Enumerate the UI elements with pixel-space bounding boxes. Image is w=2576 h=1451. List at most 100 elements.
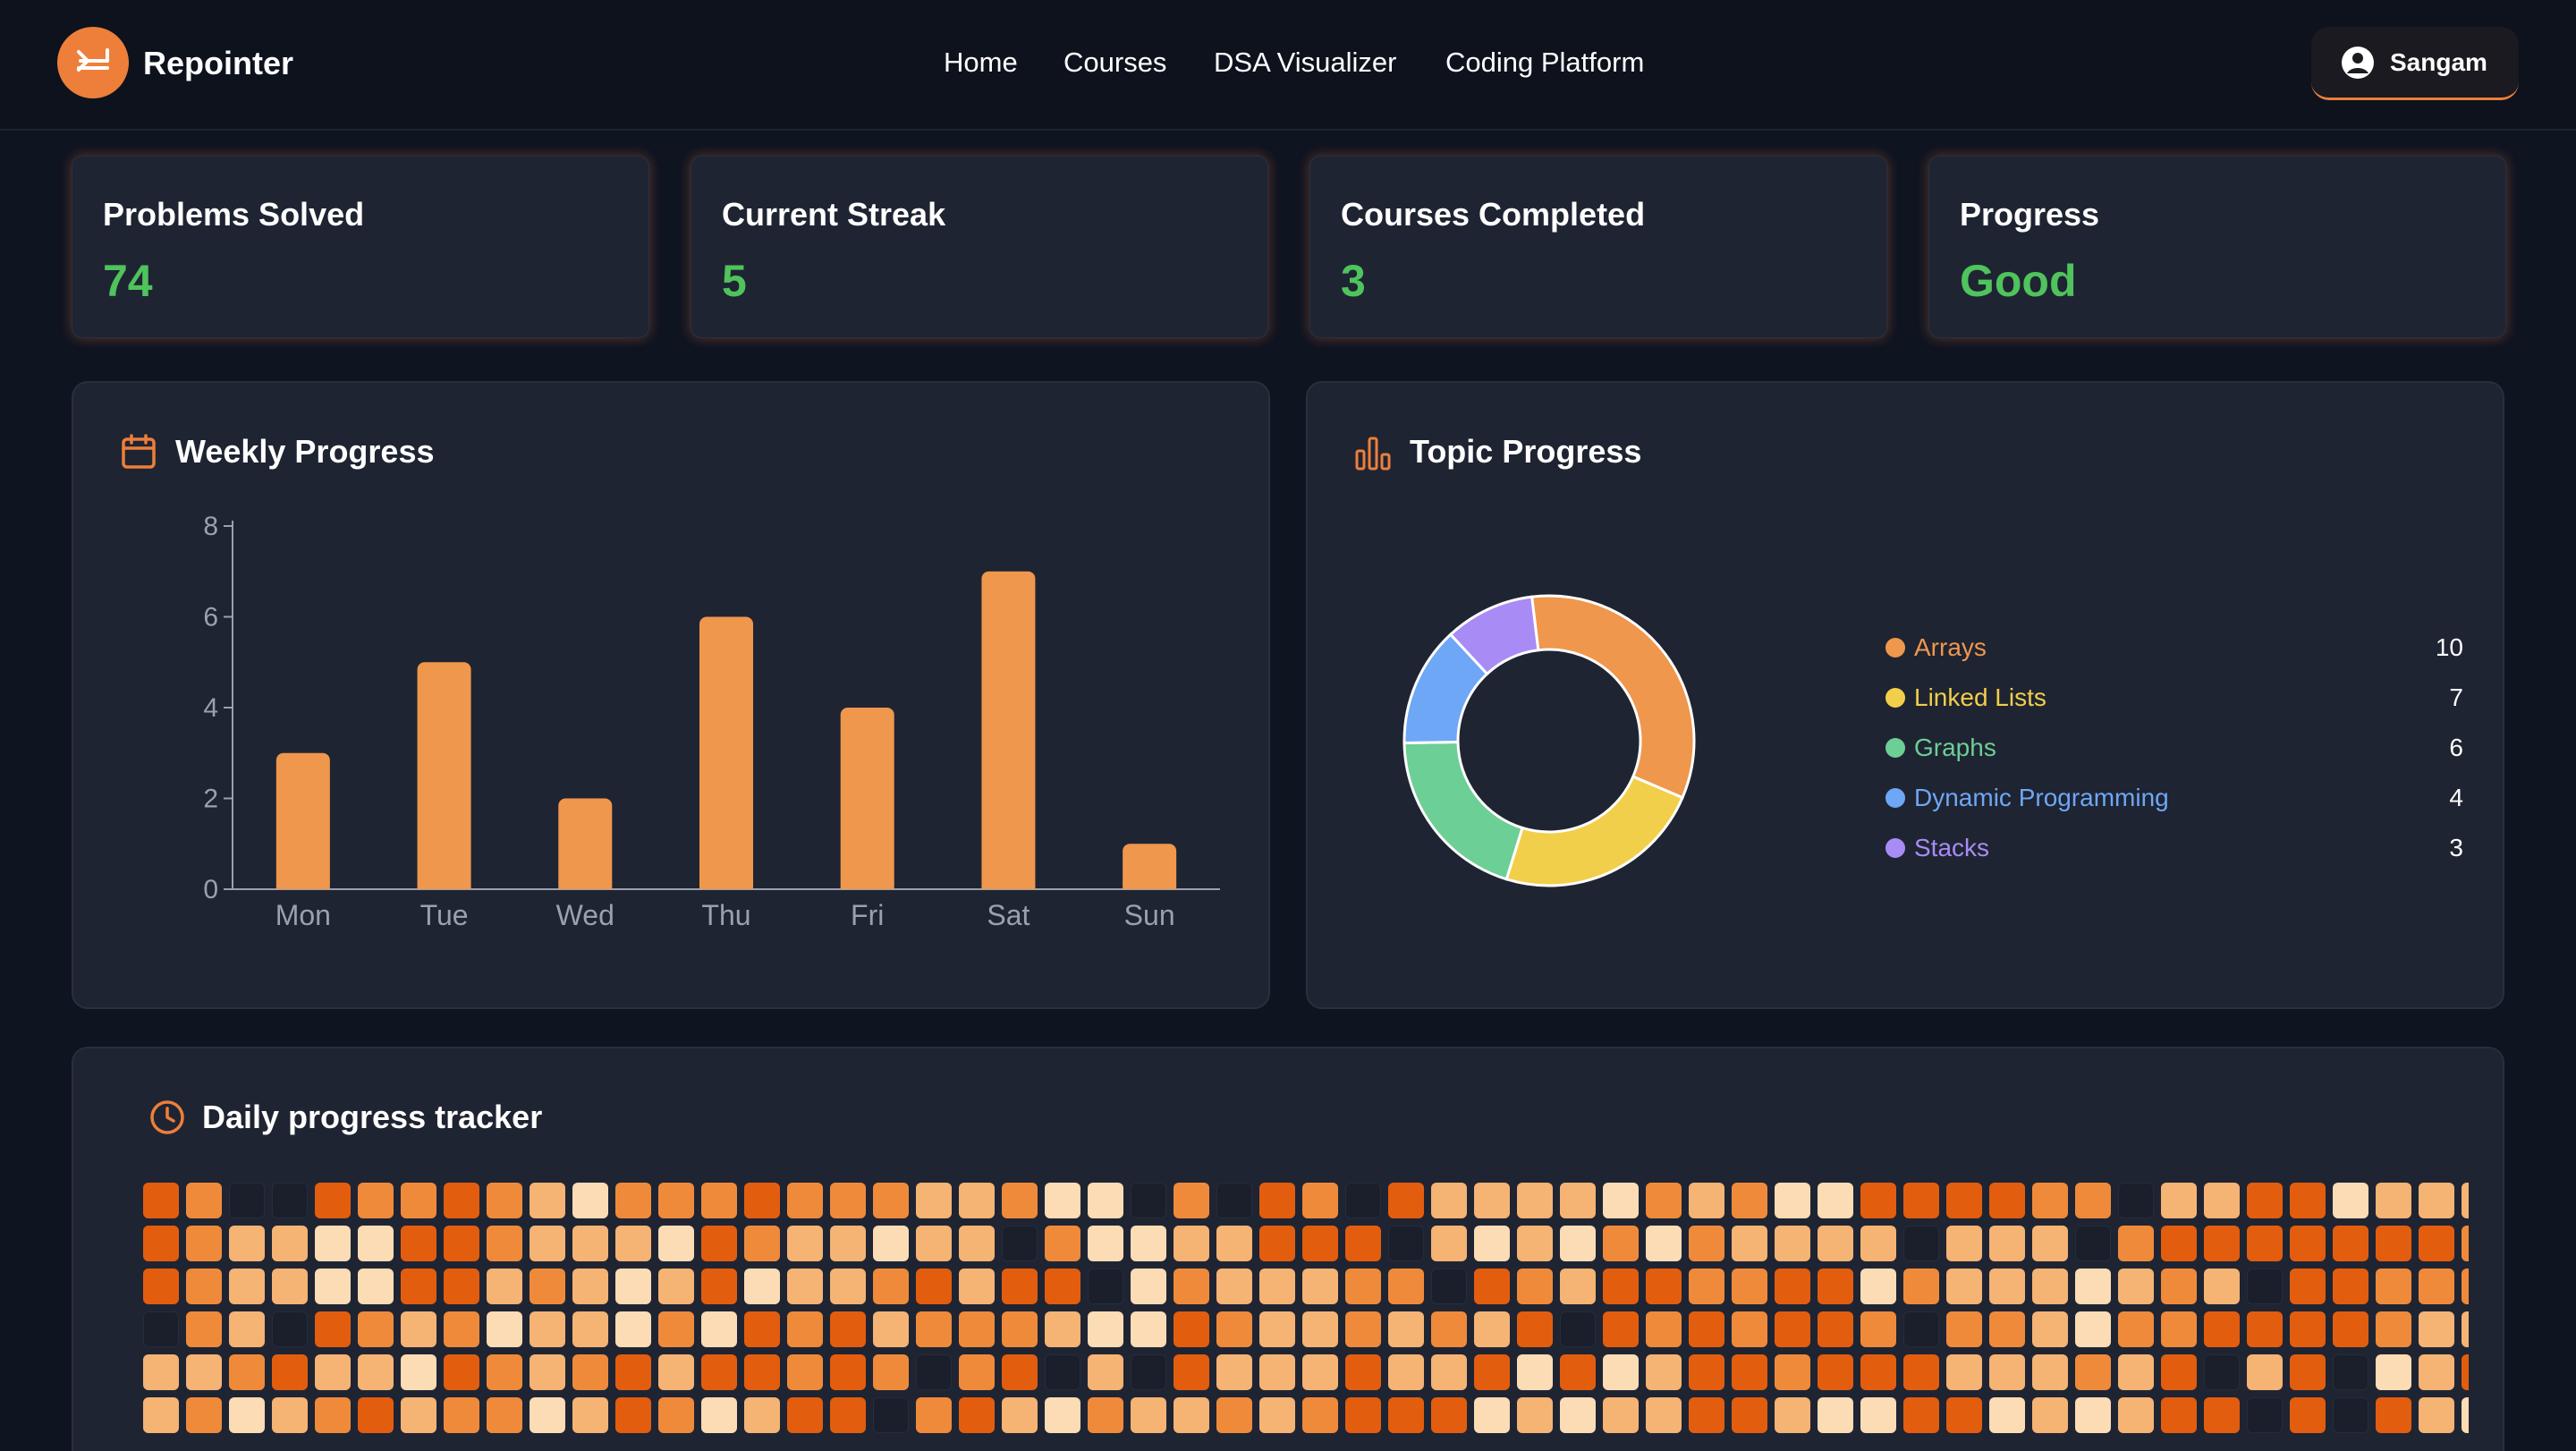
- day-cell[interactable]: [186, 1269, 222, 1304]
- day-cell[interactable]: [1088, 1226, 1123, 1261]
- day-cell[interactable]: [2247, 1269, 2283, 1304]
- day-cell[interactable]: [143, 1226, 179, 1261]
- legend-item-dynamic-programming[interactable]: Dynamic Programming 4: [1885, 773, 2463, 823]
- day-cell[interactable]: [1903, 1183, 1939, 1218]
- day-cell[interactable]: [2462, 1354, 2469, 1390]
- day-cell[interactable]: [2032, 1354, 2068, 1390]
- day-cell[interactable]: [2333, 1397, 2368, 1433]
- donut-slice-graphs[interactable]: [1402, 741, 1524, 881]
- day-cell[interactable]: [615, 1183, 651, 1218]
- day-cell[interactable]: [315, 1397, 351, 1433]
- day-cell[interactable]: [2376, 1226, 2411, 1261]
- day-cell[interactable]: [572, 1397, 608, 1433]
- day-cell[interactable]: [1775, 1311, 1810, 1347]
- day-cell[interactable]: [658, 1226, 694, 1261]
- day-cell[interactable]: [2075, 1354, 2111, 1390]
- day-cell[interactable]: [1259, 1269, 1295, 1304]
- day-cell[interactable]: [1989, 1354, 2025, 1390]
- day-cell[interactable]: [2204, 1269, 2240, 1304]
- day-cell[interactable]: [487, 1354, 522, 1390]
- nav-coding-platform-link[interactable]: Coding Platform: [1445, 47, 1644, 79]
- day-cell[interactable]: [2247, 1397, 2283, 1433]
- day-cell[interactable]: [787, 1269, 823, 1304]
- day-cell[interactable]: [487, 1269, 522, 1304]
- day-cell[interactable]: [1216, 1269, 1252, 1304]
- day-cell[interactable]: [2161, 1311, 2197, 1347]
- day-cell[interactable]: [1302, 1183, 1338, 1218]
- day-cell[interactable]: [1732, 1354, 1767, 1390]
- day-cell[interactable]: [916, 1183, 952, 1218]
- day-cell[interactable]: [744, 1311, 780, 1347]
- day-cell[interactable]: [2118, 1269, 2154, 1304]
- day-cell[interactable]: [2333, 1354, 2368, 1390]
- day-cell[interactable]: [1088, 1311, 1123, 1347]
- day-cell[interactable]: [1517, 1311, 1553, 1347]
- day-cell[interactable]: [1689, 1226, 1724, 1261]
- day-cell[interactable]: [315, 1226, 351, 1261]
- day-cell[interactable]: [2204, 1397, 2240, 1433]
- day-cell[interactable]: [2075, 1269, 2111, 1304]
- day-cell[interactable]: [2290, 1183, 2326, 1218]
- day-cell[interactable]: [658, 1354, 694, 1390]
- day-cell[interactable]: [572, 1354, 608, 1390]
- bar-tue[interactable]: [417, 662, 471, 889]
- day-cell[interactable]: [444, 1397, 479, 1433]
- day-cell[interactable]: [1689, 1354, 1724, 1390]
- day-cell[interactable]: [2290, 1354, 2326, 1390]
- day-cell[interactable]: [1946, 1183, 1982, 1218]
- day-cell[interactable]: [873, 1183, 909, 1218]
- day-cell[interactable]: [1216, 1183, 1252, 1218]
- day-cell[interactable]: [1689, 1397, 1724, 1433]
- day-cell[interactable]: [2247, 1226, 2283, 1261]
- day-cell[interactable]: [1474, 1397, 1510, 1433]
- day-cell[interactable]: [1431, 1397, 1467, 1433]
- day-cell[interactable]: [701, 1183, 737, 1218]
- day-cell[interactable]: [487, 1183, 522, 1218]
- day-cell[interactable]: [701, 1354, 737, 1390]
- day-cell[interactable]: [1174, 1183, 1209, 1218]
- day-cell[interactable]: [229, 1311, 265, 1347]
- day-cell[interactable]: [1131, 1226, 1166, 1261]
- day-cell[interactable]: [1775, 1397, 1810, 1433]
- day-cell[interactable]: [272, 1397, 308, 1433]
- day-cell[interactable]: [873, 1397, 909, 1433]
- day-cell[interactable]: [615, 1311, 651, 1347]
- day-cell[interactable]: [143, 1354, 179, 1390]
- day-cell[interactable]: [959, 1183, 995, 1218]
- day-cell[interactable]: [1860, 1269, 1896, 1304]
- day-cell[interactable]: [1345, 1183, 1381, 1218]
- day-cell[interactable]: [2419, 1226, 2454, 1261]
- day-cell[interactable]: [1474, 1226, 1510, 1261]
- day-cell[interactable]: [658, 1183, 694, 1218]
- day-cell[interactable]: [186, 1354, 222, 1390]
- day-cell[interactable]: [1989, 1311, 2025, 1347]
- day-cell[interactable]: [1860, 1226, 1896, 1261]
- day-cell[interactable]: [2161, 1354, 2197, 1390]
- day-cell[interactable]: [143, 1397, 179, 1433]
- day-cell[interactable]: [487, 1311, 522, 1347]
- day-cell[interactable]: [1860, 1354, 1896, 1390]
- day-cell[interactable]: [444, 1354, 479, 1390]
- user-menu-button[interactable]: Sangam: [2311, 27, 2519, 100]
- legend-item-stacks[interactable]: Stacks 3: [1885, 823, 2463, 873]
- day-cell[interactable]: [1946, 1226, 1982, 1261]
- day-cell[interactable]: [1989, 1269, 2025, 1304]
- day-cell[interactable]: [401, 1397, 436, 1433]
- day-cell[interactable]: [1903, 1354, 1939, 1390]
- day-cell[interactable]: [1560, 1397, 1596, 1433]
- day-cell[interactable]: [1431, 1269, 1467, 1304]
- day-cell[interactable]: [315, 1269, 351, 1304]
- day-cell[interactable]: [1259, 1354, 1295, 1390]
- nav-courses-link[interactable]: Courses: [1063, 47, 1166, 79]
- day-cell[interactable]: [272, 1226, 308, 1261]
- day-cell[interactable]: [186, 1226, 222, 1261]
- day-cell[interactable]: [1259, 1311, 1295, 1347]
- day-cell[interactable]: [1689, 1311, 1724, 1347]
- day-cell[interactable]: [2419, 1183, 2454, 1218]
- day-cell[interactable]: [1603, 1354, 1639, 1390]
- day-cell[interactable]: [916, 1311, 952, 1347]
- day-cell[interactable]: [1431, 1183, 1467, 1218]
- day-cell[interactable]: [2462, 1269, 2469, 1304]
- day-cell[interactable]: [1989, 1183, 2025, 1218]
- day-cell[interactable]: [1818, 1269, 1853, 1304]
